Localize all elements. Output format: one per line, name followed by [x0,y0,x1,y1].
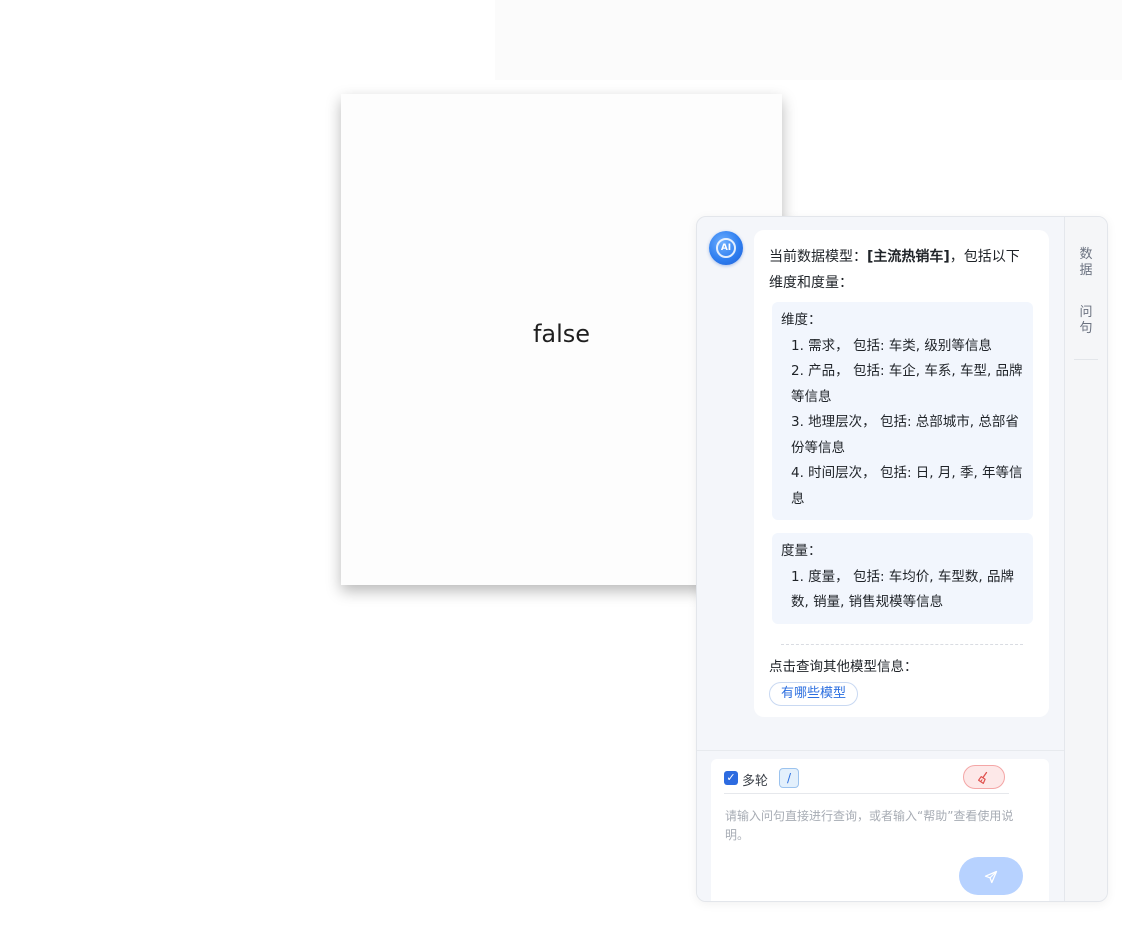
rail-divider [1074,359,1098,360]
ai-logo-icon: AI [716,238,736,258]
dimension-item: 3. 地理层次， 包括: 总部城市, 总部省份等信息 [791,414,1019,456]
query-input[interactable] [725,807,1015,851]
dimension-item: 4. 时间层次， 包括: 日, 月, 季, 年等信息 [791,465,1023,507]
background-band [495,0,1122,80]
multi-round-label[interactable]: 多轮 [742,770,768,789]
other-models-prompt: 点击查询其他模型信息： [769,658,918,675]
broom-icon [978,771,988,784]
model-name: [主流热销车] [867,249,950,265]
slash-command-button[interactable]: / [779,768,799,788]
tab-data[interactable]: 数据 [1079,247,1093,279]
measure-item: 1. 度量， 包括: 车均价, 车型数, 品牌数, 销量, 销售规模等信息 [791,568,1014,611]
input-area: ✓ 多轮 / [697,750,1065,901]
right-rail: 数据 问句 [1064,217,1107,901]
preview-text: false [532,319,591,348]
ai-avatar: AI [709,231,743,265]
dimensions-block: 维度： 1. 需求， 包括: 车类, 级别等信息 2. 产品， 包括: 车企, … [772,302,1033,520]
multi-round-checkbox[interactable]: ✓ [724,771,738,785]
send-icon [984,870,998,883]
input-toolbar: ✓ 多轮 / [724,765,1009,794]
assistant-message: 当前数据模型：[主流热销车]，包括以下维度和度量： 维度： 1. 需求， 包括:… [754,230,1049,717]
measures-block: 度量： 1. 度量， 包括: 车均价, 车型数, 品牌数, 销量, 销售规模等信… [772,533,1033,624]
message-intro: 当前数据模型：[主流热销车]，包括以下维度和度量： [769,244,1033,296]
dimension-item: 2. 产品， 包括: 车企, 车系, 车型, 品牌等信息 [791,363,1023,405]
clear-button[interactable] [963,765,1005,789]
intro-prefix: 当前数据模型： [769,249,867,265]
suggestion-chip-models[interactable]: 有哪些模型 [769,681,859,706]
divider [781,643,1023,645]
measures-title: 度量： [781,543,822,559]
dimensions-title: 维度： [781,312,822,328]
dimension-item: 1. 需求， 包括: 车类, 级别等信息 [791,337,992,354]
chat-panel: AI 当前数据模型：[主流热销车]，包括以下维度和度量： 维度： 1. 需求， … [696,216,1108,902]
message-list[interactable]: AI 当前数据模型：[主流热销车]，包括以下维度和度量： 维度： 1. 需求， … [697,217,1065,750]
tab-questions[interactable]: 问句 [1079,305,1093,337]
send-button[interactable] [959,857,1023,895]
